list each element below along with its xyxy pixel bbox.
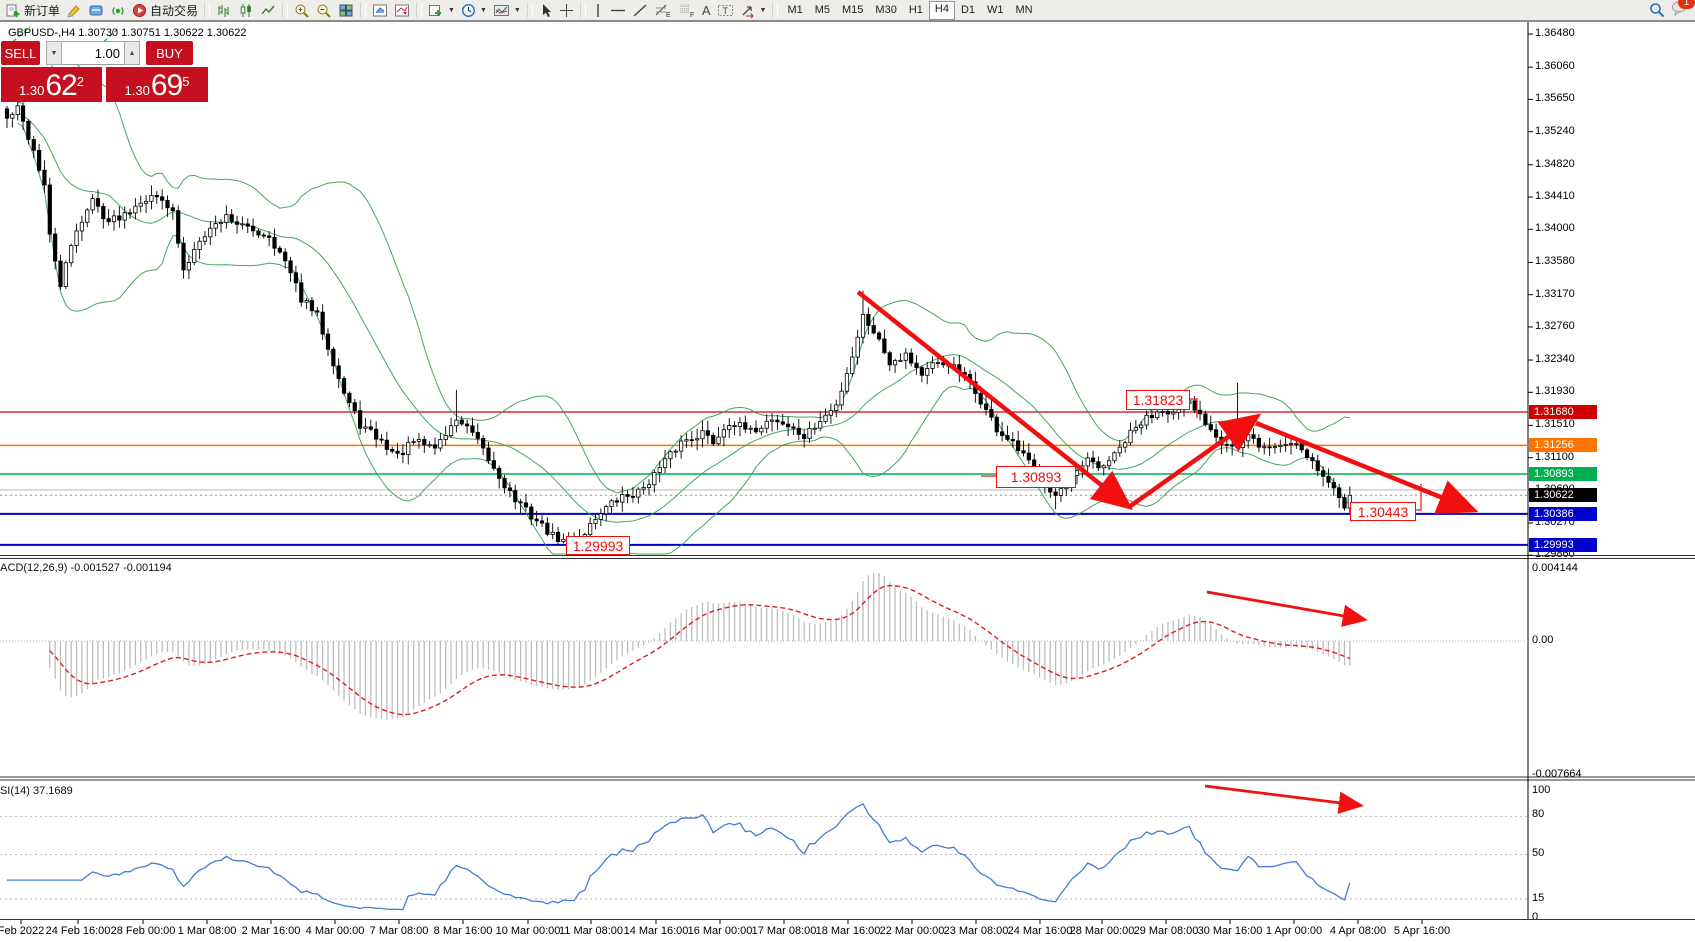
sell-price-small: 1.30 (19, 81, 44, 101)
one-click-trading-panel: SELL ▼ ▲ BUY 1.30622 1.30695 (1, 41, 208, 102)
chevron-up-icon: ▲ (129, 50, 136, 57)
volume-decrease-button[interactable]: ▼ (46, 41, 62, 65)
price-annotation: 1.31823 (1126, 390, 1190, 410)
buy-price-small: 1.30 (125, 81, 150, 101)
macd-label: MACD(12,26,9) -0.001527 -0.001194 (0, 562, 172, 574)
volume-increase-button[interactable]: ▲ (124, 41, 140, 65)
price-badge: 1.31680 (1529, 405, 1597, 419)
price-annotation: 1.30893 (996, 466, 1076, 488)
volume-input[interactable] (62, 41, 124, 65)
rsi-label: RSI(14) 37.1689 (0, 785, 73, 797)
candlestick-canvas (0, 0, 1695, 942)
buy-price[interactable]: 1.30695 (106, 67, 208, 102)
buy-price-sup: 5 (182, 75, 189, 88)
mt4-window: 新订单 自动交易 (0, 0, 1695, 942)
price-annotation: 1.30443 (1350, 502, 1416, 521)
sell-price-sup: 2 (77, 75, 84, 88)
chart-title: GBPUSD-,H4 1.30730 1.30751 1.30622 1.306… (8, 27, 247, 39)
chevron-down-icon: ▼ (51, 50, 58, 57)
price-badge: 1.29993 (1529, 538, 1597, 552)
price-badge: 1.30622 (1529, 488, 1597, 502)
price-badge: 1.30386 (1529, 507, 1597, 521)
price-badge: 1.30893 (1529, 467, 1597, 481)
sell-button[interactable]: SELL (1, 41, 40, 65)
price-badge: 1.31256 (1529, 438, 1597, 452)
price-annotation: 1.29993 (566, 536, 630, 555)
sell-price[interactable]: 1.30622 (1, 67, 102, 102)
buy-price-big: 69 (151, 71, 182, 101)
buy-button[interactable]: BUY (146, 41, 193, 65)
sell-price-big: 62 (45, 71, 76, 101)
